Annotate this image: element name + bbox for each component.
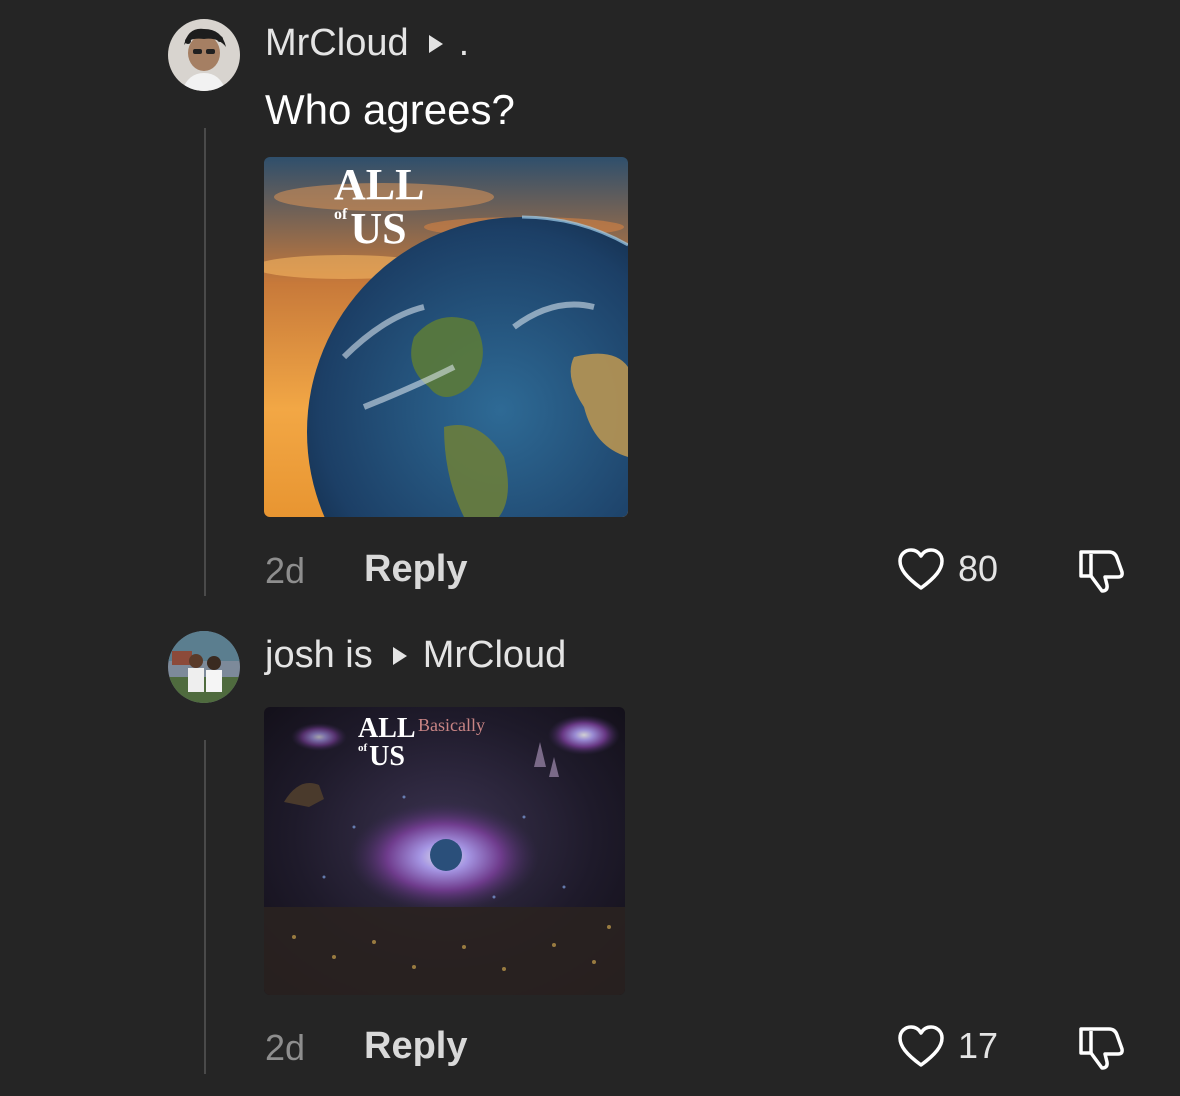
comment-image[interactable]: ALL of US [264, 157, 628, 517]
reply-button[interactable]: Reply [364, 1025, 467, 1068]
heart-outline-icon [898, 1025, 944, 1067]
thread-line [204, 128, 206, 596]
reply-arrow-icon [392, 646, 407, 665]
like-button[interactable]: 17 [896, 1023, 998, 1069]
title-us: US [350, 204, 407, 253]
comment-image[interactable]: ALL of US Basically [264, 707, 625, 995]
like-button[interactable]: 80 [896, 546, 998, 592]
comment-time: 2d [265, 550, 306, 591]
comment-author: MrCloud . [265, 22, 469, 65]
comment-text: Who agrees? [265, 86, 515, 133]
avatar[interactable] [168, 19, 240, 91]
comment-time: 2d [265, 1027, 306, 1068]
like-count: 80 [958, 548, 999, 589]
dislike-button[interactable] [1075, 1023, 1127, 1076]
title-all: ALL [334, 160, 425, 209]
title-all: ALL [358, 713, 416, 744]
image-heading: Basically [418, 715, 485, 735]
thread-line [204, 740, 206, 1074]
reply-arrow-icon [428, 34, 443, 53]
title-us: US [369, 741, 405, 772]
comment-author: josh is MrCloud [265, 634, 566, 677]
like-count: 17 [958, 1025, 999, 1066]
dislike-button[interactable] [1075, 546, 1127, 599]
reply-button[interactable]: Reply [364, 548, 467, 591]
author-name[interactable]: MrCloud [265, 22, 409, 65]
avatar[interactable] [168, 631, 240, 703]
title-of: of [358, 742, 368, 754]
heart-outline-icon [898, 548, 944, 590]
author-name[interactable]: josh is [265, 634, 373, 677]
title-of: of [334, 206, 348, 223]
image-title: ALL of US [358, 715, 416, 771]
thumbs-down-outline-icon [1079, 550, 1124, 593]
reply-to-name[interactable]: MrCloud [423, 634, 567, 677]
reply-to-name[interactable]: . [459, 22, 470, 65]
thumbs-down-outline-icon [1079, 1027, 1124, 1070]
image-title: ALL of US [334, 163, 424, 251]
